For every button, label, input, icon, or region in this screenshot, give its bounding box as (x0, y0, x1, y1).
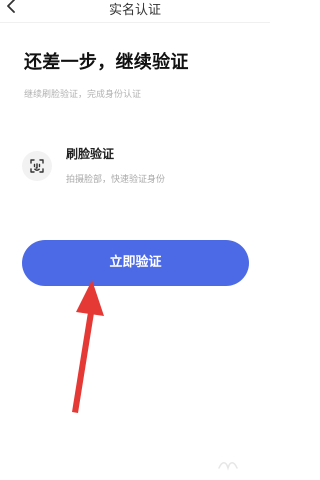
face-scan-icon (22, 151, 52, 181)
header-divider (0, 22, 270, 23)
red-arrow-annotation (58, 278, 108, 418)
verify-now-button[interactable]: 立即验证 (22, 240, 249, 286)
page-title: 实名认证 (108, 3, 161, 18)
face-verification-title: 刷脸验证 (66, 147, 115, 161)
main-heading: 还差一步，继续验证 (24, 52, 189, 73)
watermark-icon (216, 456, 240, 472)
face-verification-description: 拍摄脸部，快速验证身份 (66, 175, 166, 185)
face-verification-option[interactable]: 刷脸验证 拍摄脸部，快速验证身份 (22, 145, 252, 189)
main-subtext: 继续刷脸验证，完成身份认证 (24, 90, 142, 100)
top-bar: 实名认证 (0, 0, 270, 22)
